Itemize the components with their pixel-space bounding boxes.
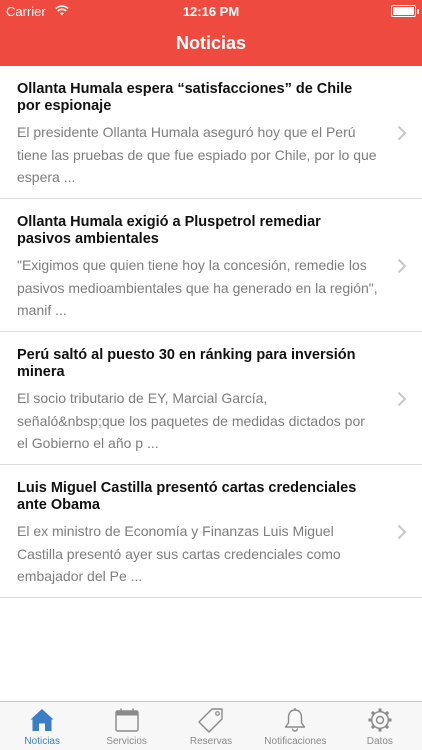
news-summary: El presidente Ollanta Humala aseguró hoy… xyxy=(17,124,377,185)
news-title: Ollanta Humala espera “satisfacciones” d… xyxy=(17,81,353,114)
tab-notificaciones[interactable]: Notificaciones xyxy=(253,702,337,750)
battery-icon xyxy=(391,5,419,17)
chevron-right-icon xyxy=(397,391,407,407)
tab-servicios[interactable]: Servicios xyxy=(84,702,168,750)
tab-label: Servicios xyxy=(106,736,147,747)
tag-icon xyxy=(198,708,223,733)
calendar-icon xyxy=(114,708,139,732)
news-item[interactable]: Luis Miguel Castilla presentó cartas cre… xyxy=(0,465,422,598)
tab-datos[interactable]: Datos xyxy=(338,702,422,750)
tab-label: Reservas xyxy=(189,736,233,747)
news-summary: El ex ministro de Economía y Finanzas Lu… xyxy=(17,523,341,584)
tab-bar: Noticias Servicios Reservas Notificacion… xyxy=(0,701,422,750)
news-summary: El socio tributario de EY, Marcial Garcí… xyxy=(17,390,365,451)
tab-label: Datos xyxy=(366,736,393,747)
tab-noticias[interactable]: Noticias xyxy=(0,702,84,750)
news-title: Luis Miguel Castilla presentó cartas cre… xyxy=(17,480,357,513)
chevron-right-icon xyxy=(397,258,407,274)
home-icon xyxy=(30,709,54,731)
chevron-right-icon xyxy=(397,524,407,540)
tab-reservas[interactable]: Reservas xyxy=(169,702,253,750)
news-item[interactable]: Ollanta Humala exigió a Pluspetrol remed… xyxy=(0,199,422,332)
news-item[interactable]: Ollanta Humala espera “satisfacciones” d… xyxy=(0,66,422,199)
tab-label: Noticias xyxy=(24,736,60,747)
page-title: Noticias xyxy=(175,33,247,53)
gear-icon xyxy=(368,708,392,732)
tab-label: Notificaciones xyxy=(264,736,327,747)
nav-header: Carrier 12:16 PM Noticias xyxy=(0,0,422,66)
bell-icon xyxy=(285,708,306,732)
news-title: Perú saltó al puesto 30 en ránking para … xyxy=(17,347,356,380)
status-time: 12:16 PM xyxy=(182,4,240,19)
status-bar: Carrier 12:16 PM xyxy=(0,0,422,22)
news-item[interactable]: Perú saltó al puesto 30 en ránking para … xyxy=(0,332,422,465)
news-title: Ollanta Humala exigió a Pluspetrol remed… xyxy=(17,214,321,247)
chevron-right-icon xyxy=(397,125,407,141)
news-summary: "Exigimos que quien tiene hoy la concesi… xyxy=(17,257,378,318)
news-list: Ollanta Humala espera “satisfacciones” d… xyxy=(0,66,422,598)
